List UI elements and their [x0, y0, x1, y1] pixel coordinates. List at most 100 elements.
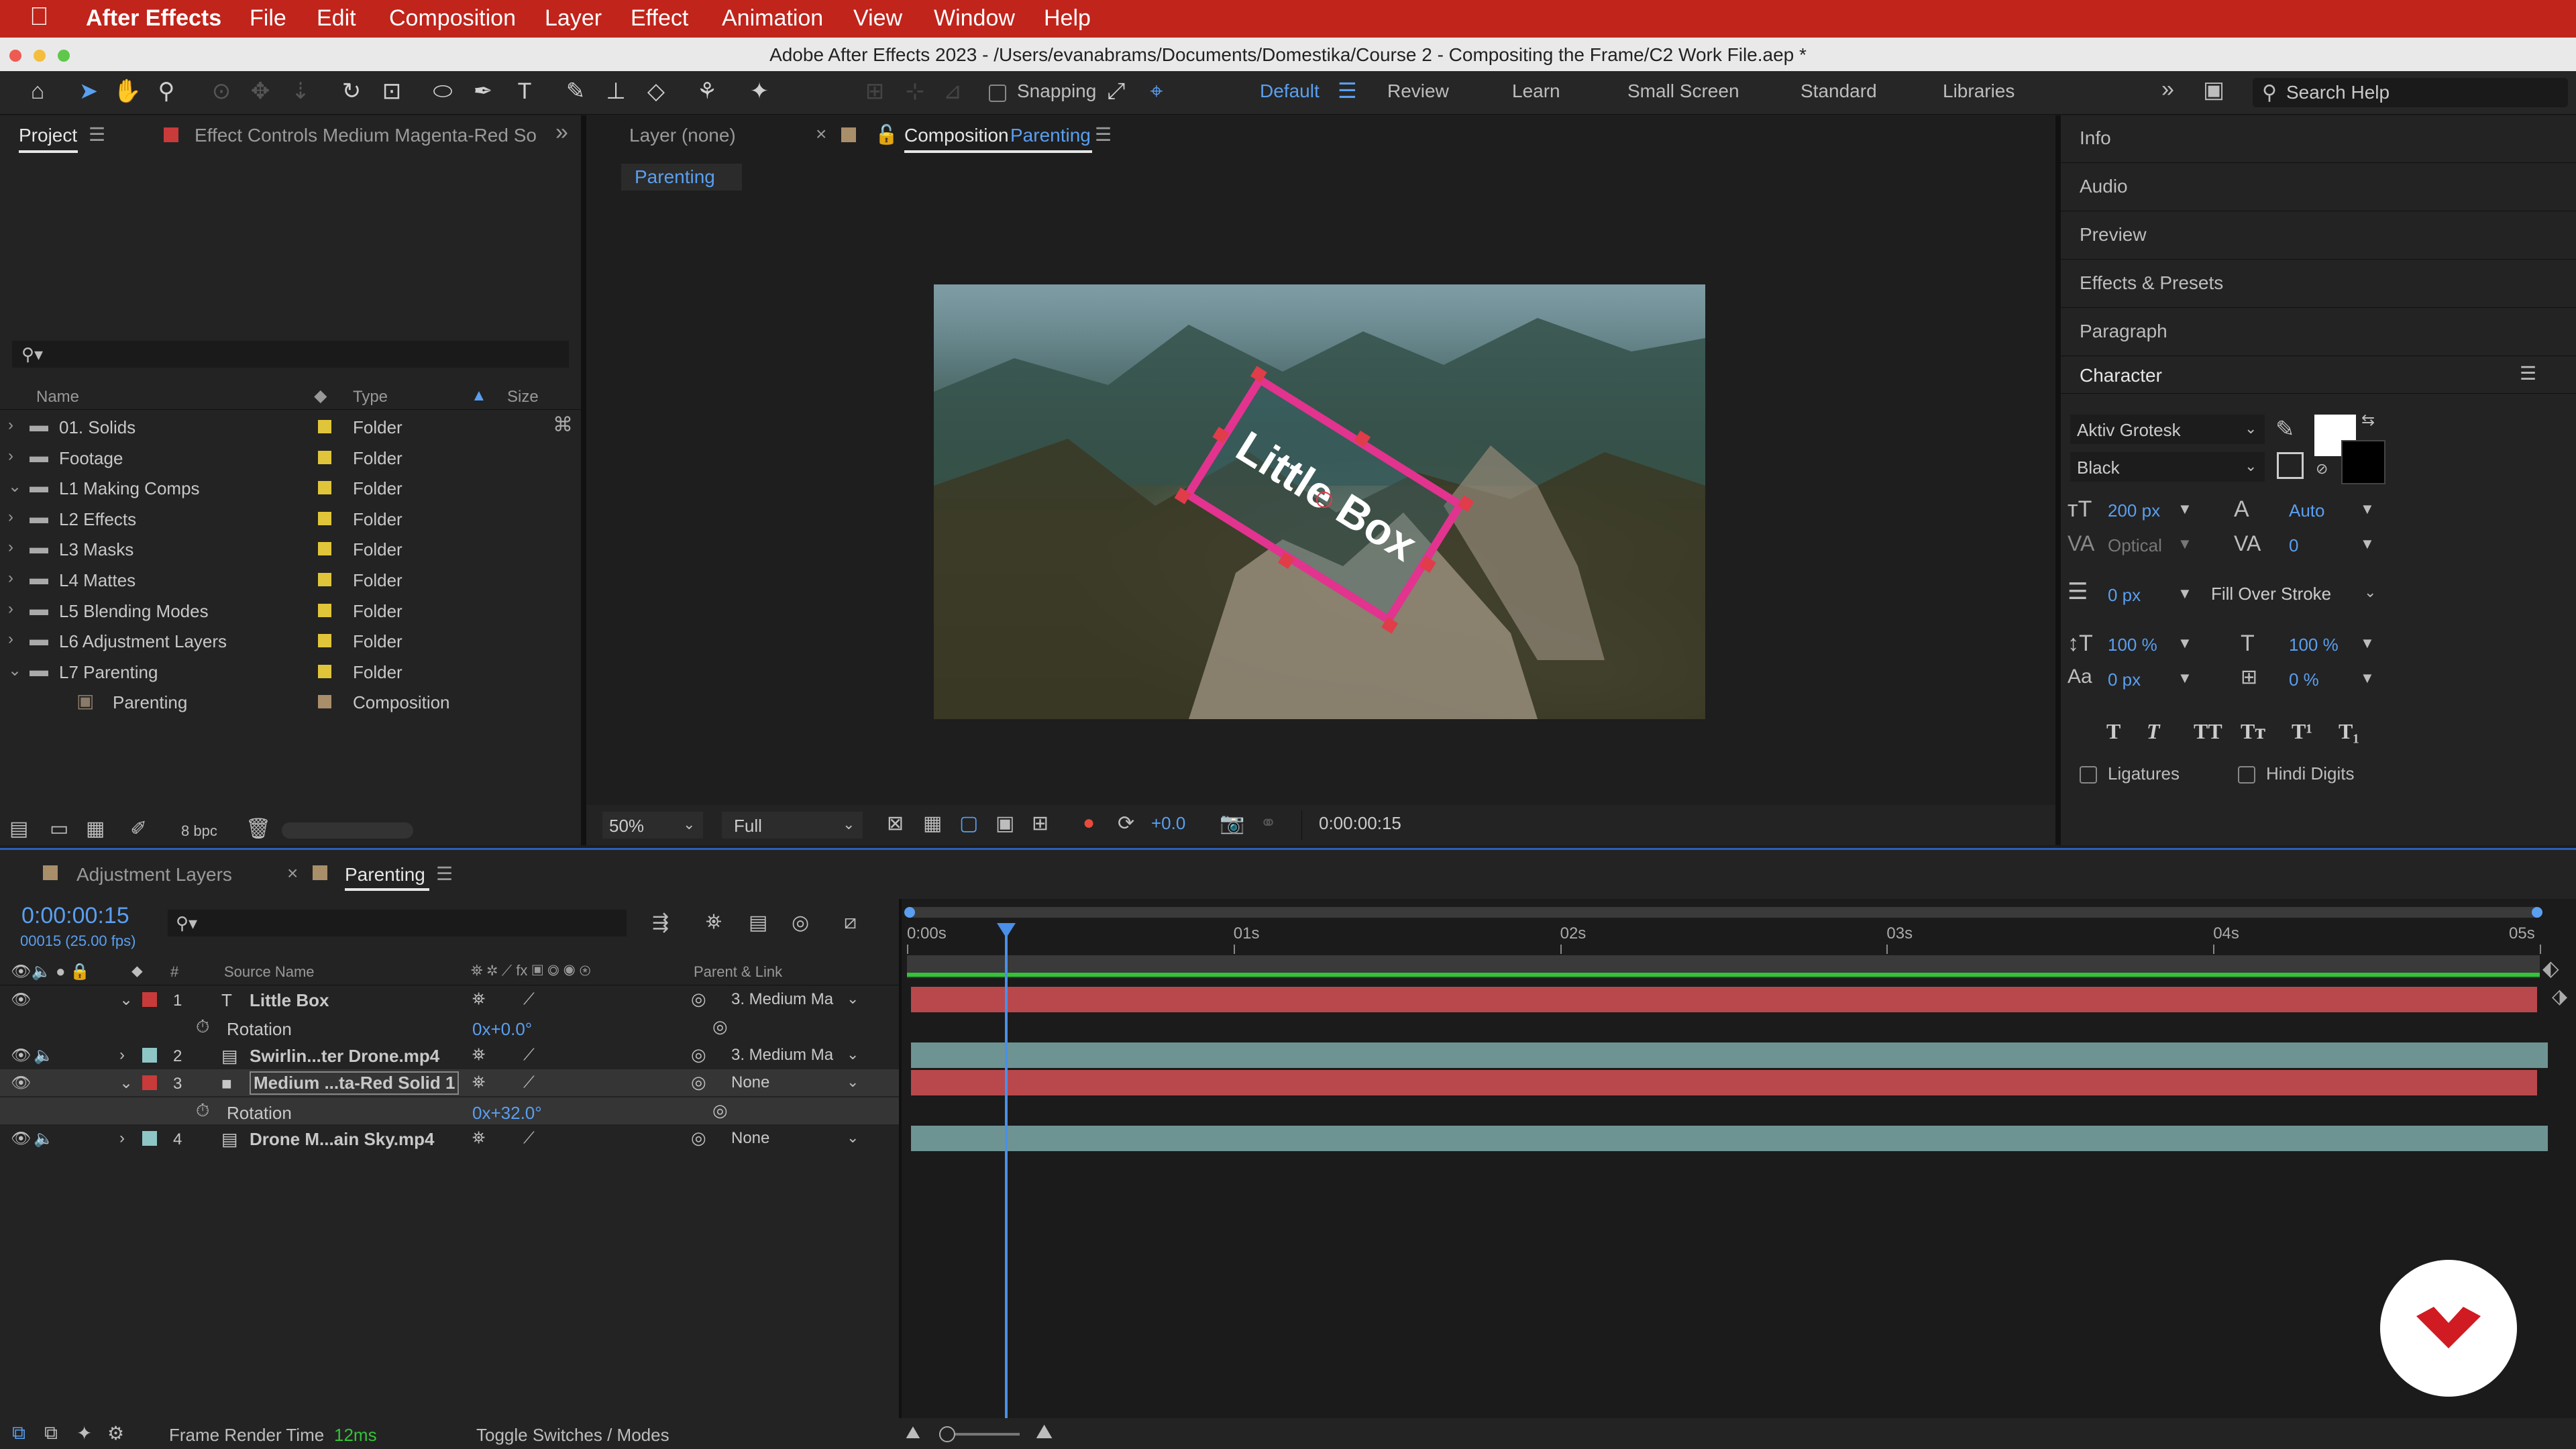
chevron-down-icon[interactable]: ▼	[2178, 669, 2192, 687]
visibility-eye-icon[interactable]: 👁	[11, 1046, 31, 1065]
menu-help[interactable]: Help	[1044, 5, 1091, 32]
font-size-value[interactable]: 200 px	[2108, 500, 2160, 521]
panel-overflow-icon[interactable]: »	[555, 119, 568, 146]
transparency-grid-icon[interactable]: ▦	[923, 812, 942, 835]
pick-whip-icon[interactable]: ◎	[691, 1072, 706, 1093]
horizontal-scale-value[interactable]: 100 %	[2289, 635, 2339, 655]
chevron-down-icon[interactable]: ⌄	[119, 1073, 133, 1093]
chevron-right-icon[interactable]: ›	[8, 447, 13, 466]
chevron-down-icon[interactable]: ⌄	[8, 661, 21, 680]
kerning-value[interactable]: Optical	[2108, 535, 2162, 556]
menu-view[interactable]: View	[853, 5, 902, 32]
snapshot-icon[interactable]: 📷	[1220, 812, 1244, 835]
parent-dropdown[interactable]: None ⌄	[724, 1071, 865, 1095]
label-color-chip[interactable]	[318, 542, 331, 556]
time-ruler[interactable]: 0:00s 01s 02s 03s 04s 05s	[907, 920, 2541, 954]
project-item[interactable]: › ▬ L3 Masks Folder	[0, 534, 581, 564]
snap-options-icon[interactable]: ⤢	[1102, 76, 1131, 106]
render-time-icon[interactable]: ⚙	[107, 1422, 124, 1444]
stroke-width-value[interactable]: 0 px	[2108, 585, 2141, 606]
font-family-dropdown[interactable]: Aktiv Grotesk ⌄	[2070, 415, 2265, 444]
zoom-slider[interactable]	[939, 1426, 1020, 1442]
av-features-icon[interactable]: 👁🔈 ● 🔒	[11, 962, 90, 981]
rotation-value[interactable]: 0x+0.0°	[472, 1019, 532, 1040]
layer-row[interactable]: 👁 ⌄ 3 ■ Medium ...ta-Red Solid 1 ⛯ ⟋ ◎ None ⌄	[0, 1069, 899, 1097]
chevron-right-icon[interactable]: ›	[8, 600, 13, 619]
hindi-digits-checkbox[interactable]	[2238, 763, 2255, 784]
exposure-value[interactable]: +0.0	[1151, 813, 1185, 834]
pick-whip-icon[interactable]: ◎	[712, 1100, 728, 1121]
comp-breadcrumb[interactable]: Parenting	[621, 164, 742, 191]
zoom-out-icon[interactable]: ⛰	[906, 1422, 920, 1444]
orbit-tool-icon[interactable]: ⊙	[207, 76, 236, 106]
chevron-down-icon[interactable]: ▼	[2360, 635, 2375, 652]
label-color-chip[interactable]	[318, 634, 331, 648]
character-title[interactable]: Character	[2080, 365, 2162, 386]
project-item[interactable]: ⌄ ▬ L7 Parenting Folder	[0, 657, 581, 686]
label-color-chip[interactable]	[318, 511, 331, 525]
eyedropper-icon[interactable]: ✎	[2275, 416, 2295, 443]
project-menu-icon[interactable]: ☰	[89, 123, 105, 146]
character-menu-icon[interactable]: ☰	[2520, 362, 2536, 384]
flowchart-icon[interactable]: ⌘	[553, 413, 573, 437]
superscript-button[interactable]: T¹	[2292, 719, 2339, 744]
workspace-learn[interactable]: Learn	[1512, 80, 1560, 102]
column-parent-link[interactable]: Parent & Link	[694, 963, 782, 981]
workspace-panel-icon[interactable]: ▣	[2203, 76, 2224, 103]
project-item[interactable]: › ▬ Footage Folder	[0, 443, 581, 472]
leading-value[interactable]: Auto	[2289, 500, 2325, 521]
quality-icon[interactable]: ⟋	[523, 1073, 535, 1092]
all-caps-button[interactable]: TT	[2194, 719, 2241, 744]
font-style-dropdown[interactable]: Black ⌄	[2070, 452, 2265, 482]
draft-3d-icon[interactable]: ⛯	[706, 911, 722, 934]
stopwatch-icon[interactable]: ⏱	[196, 1100, 209, 1122]
baseline-shift-value[interactable]: 0 px	[2108, 669, 2141, 690]
snapping-checkbox[interactable]	[989, 82, 1006, 103]
column-source-name[interactable]: Source Name	[224, 963, 315, 981]
tab-effect-controls[interactable]: Effect Controls Medium Magenta-Red So	[195, 125, 537, 146]
layer-row[interactable]: 👁 🔈 › 4 ▤ Drone M...ain Sky.mp4 ⛯ ⟋ ◎ None ⌄	[0, 1125, 899, 1152]
layer-marker-icon[interactable]: ⬗	[2552, 985, 2567, 1008]
ellipse-tool-icon[interactable]: ⬭	[428, 76, 458, 106]
faux-bold-button[interactable]: T	[2106, 719, 2147, 744]
brush-tool-icon[interactable]: ✎	[561, 76, 590, 106]
label-color-chip[interactable]	[318, 573, 331, 586]
chevron-down-icon[interactable]: ▼	[2178, 535, 2192, 553]
zoom-in-icon[interactable]: ⛰	[1036, 1421, 1053, 1444]
chevron-right-icon[interactable]: ›	[119, 1046, 125, 1065]
menu-file[interactable]: File	[250, 5, 286, 32]
new-folder-icon[interactable]: ▭	[50, 817, 68, 841]
anchor-point-tool-icon[interactable]: ⊡	[377, 76, 407, 106]
clone-stamp-tool-icon[interactable]: ⊥	[601, 76, 631, 106]
layer-duration-bar[interactable]	[911, 1070, 2537, 1096]
tab-layer[interactable]: Layer (none)	[629, 125, 736, 146]
project-item[interactable]: ⌄ ▬ L1 Making Comps Folder	[0, 473, 581, 502]
panel-effects-presets[interactable]: Effects & Presets	[2061, 260, 2576, 308]
chevron-down-icon[interactable]: ▼	[2360, 535, 2375, 553]
workspace-libraries[interactable]: Libraries	[1943, 80, 2015, 102]
shy-icon[interactable]: ⛯	[472, 990, 485, 1009]
no-fill-icon[interactable]: ⊘	[2316, 460, 2328, 478]
region-of-interest-icon[interactable]: ▣	[996, 812, 1014, 835]
property-row[interactable]: ⏱ Rotation 0x+0.0° ◎	[0, 1014, 899, 1040]
transfer-controls-icon[interactable]: ⧉	[44, 1422, 58, 1444]
layer-row[interactable]: 👁 🔈 › 2 ▤ Swirlin...ter Drone.mp4 ⛯ ⟋ ◎ 3. Medium…	[0, 1042, 899, 1069]
project-item[interactable]: ▣ Parenting Composition	[0, 687, 581, 716]
lock-icon[interactable]: 🔓	[875, 123, 898, 146]
axis-local-icon[interactable]: ⊞	[860, 76, 890, 106]
app-name-menu[interactable]: After Effects	[86, 5, 221, 32]
chevron-right-icon[interactable]: ›	[8, 630, 13, 649]
axis-view-icon[interactable]: ⊿	[938, 76, 967, 106]
faux-italic-button[interactable]: T	[2147, 719, 2194, 744]
workspace-small-screen[interactable]: Small Screen	[1627, 80, 1739, 102]
quality-icon[interactable]: ⟋	[523, 990, 535, 1009]
project-settings-icon[interactable]: ✐	[130, 817, 147, 841]
label-color-chip[interactable]	[318, 450, 331, 464]
subscript-button[interactable]: T₁	[2339, 719, 2379, 744]
layer-duration-bar[interactable]	[911, 1126, 2548, 1151]
audio-icon[interactable]: 🔈	[34, 1129, 54, 1148]
type-tool-icon[interactable]: T	[510, 76, 539, 106]
close-tab-icon[interactable]: ×	[816, 123, 826, 145]
frame-blending-icon[interactable]: ◎	[792, 911, 809, 934]
hand-tool-icon[interactable]: ✋	[113, 76, 142, 106]
